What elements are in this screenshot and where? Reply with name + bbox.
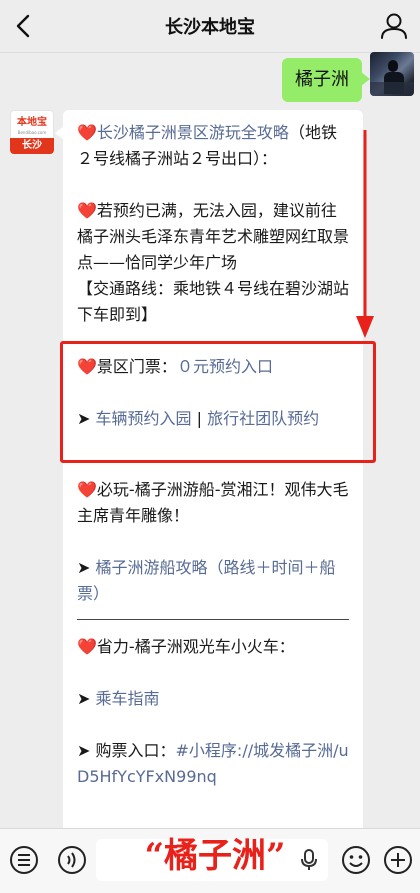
- user-message-bubble[interactable]: 橘子洲: [282, 58, 370, 102]
- full-booking-paragraph: ❤️若预约已满，无法入园，建议前往橘子洲头毛泽东青年艺术雕塑网红取景点——恰同学…: [77, 198, 349, 276]
- divider: [77, 619, 349, 620]
- bot-message-bubble: ❤️长沙橘子洲景区游玩全攻略（地铁２号线橘子洲站２号出口）： ❤️若预约已满，无…: [55, 110, 363, 828]
- emoji-button[interactable]: [340, 844, 372, 876]
- link-divider: |: [191, 409, 208, 428]
- heart-icon: ❤️: [77, 123, 97, 142]
- heart-icon: ❤️: [77, 357, 97, 376]
- page-title: 长沙本地宝: [165, 17, 255, 38]
- arrow-icon: ➤: [77, 409, 91, 428]
- vehicle-booking-link[interactable]: 车辆预约入园: [96, 409, 192, 428]
- ride-link-line: ➤ 乘车指南: [77, 686, 349, 712]
- divider: [77, 462, 349, 463]
- arrow-icon: ➤: [77, 558, 91, 577]
- menu-icon: [10, 846, 38, 874]
- group-booking-link[interactable]: 旅行社团队预约: [207, 409, 319, 428]
- heart-icon: ❤️: [77, 480, 97, 499]
- full-booking-text: 若预约已满，无法入园，建议前往橘子洲头毛泽东青年艺术雕塑网红取景点——恰同学少年…: [77, 201, 350, 272]
- train-title: 省力-橘子洲观光车小火车：: [96, 637, 295, 656]
- user-avatar[interactable]: [370, 52, 414, 96]
- person-icon: [381, 13, 407, 39]
- heart-icon: ❤️: [77, 637, 97, 656]
- profile-button[interactable]: [376, 8, 412, 44]
- ride-guide-link[interactable]: 乘车指南: [96, 689, 160, 708]
- bot-avatar[interactable]: 本地宝 Bendibao.com 长沙: [10, 110, 54, 154]
- buy-label: 购票入口：: [95, 741, 176, 760]
- buy-line: ➤ 购票入口：#小程序://城发橘子洲/uD5HfYcYFxN99nq: [77, 738, 349, 790]
- boat-link-line: ➤ 橘子洲游船攻略（路线＋时间＋船票）: [77, 555, 349, 607]
- chat-area[interactable]: 橘子洲 本地宝 Bendibao.com 长沙 ❤️长沙橘子洲景区游玩全攻略（地…: [0, 52, 420, 828]
- intro-paragraph: ❤️长沙橘子洲景区游玩全攻略（地铁２号线橘子洲站２号出口）：: [77, 120, 349, 172]
- more-button[interactable]: [382, 844, 414, 876]
- nav-bar: 长沙本地宝: [0, 0, 420, 53]
- avatar-city: 长沙: [10, 138, 54, 154]
- guide-link[interactable]: 长沙橘子洲景区游玩全攻略: [97, 123, 289, 142]
- emoji-icon: [342, 846, 370, 874]
- boat-paragraph: ❤️必玩-橘子洲游船-赏湘江！观伟大毛主席青年雕像！: [77, 477, 349, 529]
- avatar-logo: 本地宝: [17, 117, 47, 128]
- heart-icon: ❤️: [77, 201, 97, 220]
- train-paragraph: ❤️省力-橘子洲观光车小火车：: [77, 634, 349, 660]
- transport-paragraph: 【交通路线：乘地铁４号线在碧沙湖站下车即到】: [77, 279, 350, 324]
- boat-title: 必玩-橘子洲游船-赏湘江！观伟大毛主席青年雕像！: [77, 480, 349, 525]
- menu-button[interactable]: [8, 844, 40, 876]
- arrow-icon: ➤: [77, 741, 91, 760]
- voice-icon: [58, 846, 86, 874]
- avatar-logo-sub: Bendibao.com: [17, 130, 47, 135]
- boat-guide-link[interactable]: 橘子洲游船攻略（路线＋时间＋船票）: [77, 558, 336, 603]
- overlay-caption: “橘子洲”: [144, 836, 286, 876]
- add-icon: [384, 846, 412, 874]
- ticket-label: 景区门票：: [96, 357, 177, 376]
- booking-links-line: ➤ 车辆预约入园 | 旅行社团队预约: [77, 406, 349, 432]
- voice-toggle-button[interactable]: [56, 844, 88, 876]
- ticket-link[interactable]: ０元预约入口: [177, 357, 273, 376]
- arrow-icon: ➤: [77, 689, 91, 708]
- ticket-line: ❤️景区门票：０元预约入口: [77, 354, 349, 380]
